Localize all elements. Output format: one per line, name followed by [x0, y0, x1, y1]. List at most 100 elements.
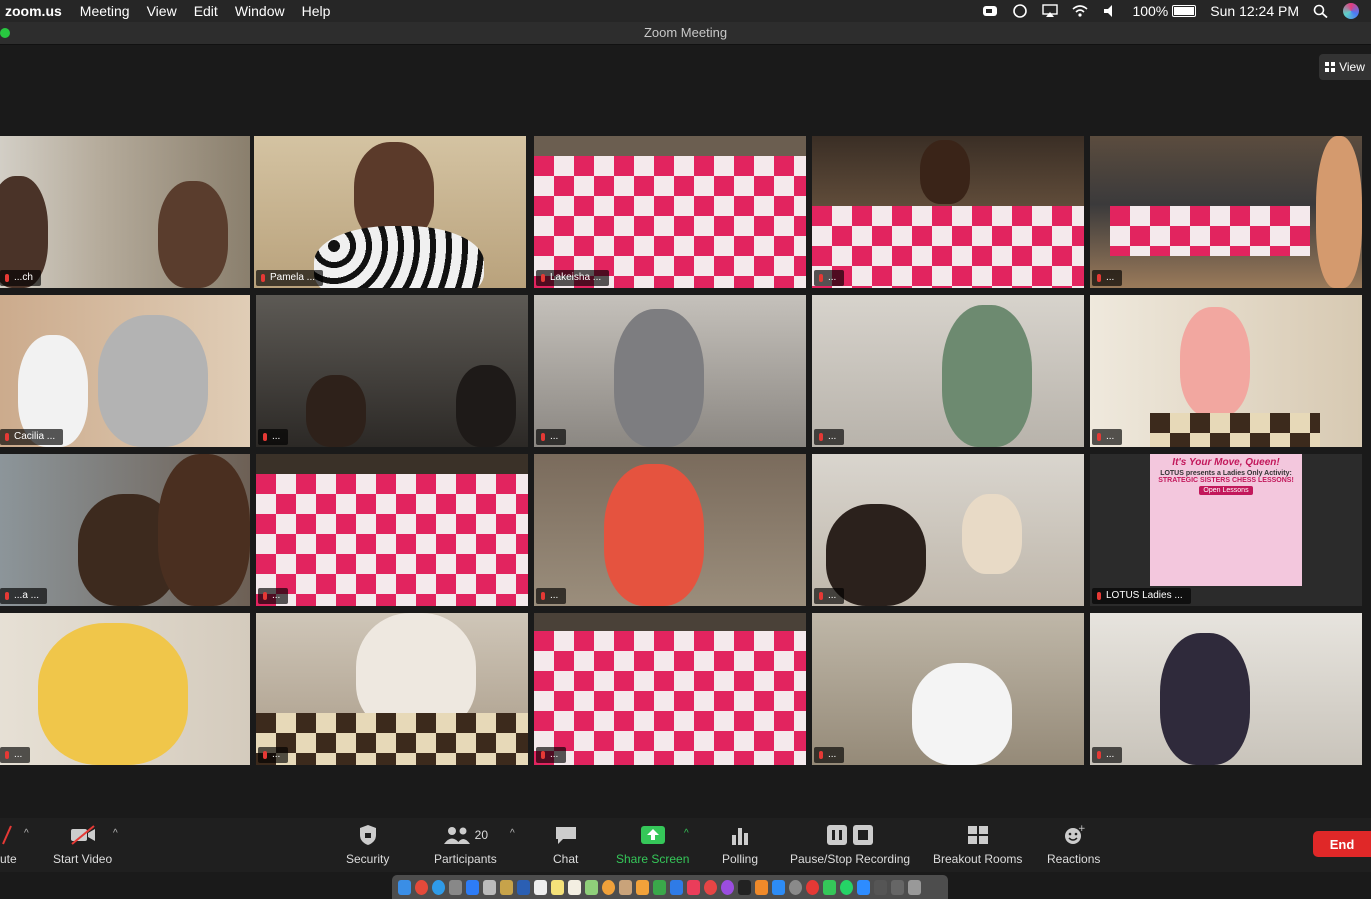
chessboard: [1110, 206, 1310, 256]
audio-options-caret[interactable]: ^: [24, 828, 29, 839]
menu-edit[interactable]: Edit: [194, 3, 218, 19]
whatsapp-icon[interactable]: [840, 879, 853, 895]
news-icon[interactable]: [704, 879, 717, 895]
participant-name-tag: ...: [1092, 270, 1123, 286]
participant-name-tag: ...: [536, 747, 567, 763]
video-tile[interactable]: ...a ...: [0, 454, 250, 606]
menu-window[interactable]: Window: [235, 3, 285, 19]
photos-icon[interactable]: [602, 879, 615, 895]
wifi-icon[interactable]: [1072, 4, 1088, 18]
end-meeting-button[interactable]: End: [1313, 831, 1371, 857]
video-tile[interactable]: ...: [0, 613, 250, 765]
numbers-icon[interactable]: [653, 879, 666, 895]
music-icon[interactable]: [687, 879, 700, 895]
app-store-icon[interactable]: [466, 879, 479, 895]
video-tile[interactable]: ...: [256, 454, 528, 606]
video-tile[interactable]: ...: [1090, 295, 1362, 447]
share-screen-label: Share Screen: [616, 852, 690, 866]
zoom-dock-icon[interactable]: [806, 879, 819, 895]
launchpad-icon[interactable]: [449, 879, 462, 895]
downloads-icon[interactable]: [874, 879, 887, 895]
menu-help[interactable]: Help: [302, 3, 331, 19]
spotlight-search-icon[interactable]: [1313, 4, 1329, 19]
participants-options-caret[interactable]: ^: [510, 828, 515, 839]
volume-icon[interactable]: [1102, 4, 1118, 18]
chrome-icon[interactable]: [415, 879, 428, 895]
books-icon[interactable]: [755, 879, 768, 895]
contacts-icon[interactable]: [619, 879, 632, 895]
keynote-icon[interactable]: [670, 879, 683, 895]
participant-name-tag: ...: [814, 429, 845, 445]
chat-button[interactable]: Chat: [553, 824, 578, 866]
messages-icon[interactable]: [823, 879, 836, 895]
documents-icon[interactable]: [891, 879, 904, 895]
share-screen-icon: [640, 826, 665, 844]
polling-button[interactable]: Polling: [722, 824, 758, 866]
gallery-video-grid: ...ch Pamela ... Lakeisha ... ... ... Ca…: [0, 136, 1371, 768]
app-store-icon-2[interactable]: [772, 879, 785, 895]
safari-icon[interactable]: [432, 879, 445, 895]
podcasts-icon[interactable]: [721, 879, 734, 895]
participant-name-tag: ...: [258, 429, 289, 445]
participant-figure: [942, 305, 1032, 447]
siri-icon[interactable]: [1343, 3, 1359, 19]
battery-indicator[interactable]: 100%: [1132, 3, 1197, 19]
preview-icon[interactable]: [483, 879, 496, 895]
video-tile[interactable]: ...: [812, 136, 1084, 288]
reactions-button[interactable]: + Reactions: [1047, 824, 1100, 866]
pause-stop-recording-button[interactable]: Pause/Stop Recording: [790, 824, 910, 866]
unmute-button[interactable]: ute: [0, 824, 17, 866]
video-tile[interactable]: ...: [812, 454, 1084, 606]
video-tile[interactable]: ...: [812, 295, 1084, 447]
calendar-icon[interactable]: [534, 879, 547, 895]
chessboard: [812, 206, 1084, 288]
zoom-status-icon[interactable]: [982, 4, 998, 18]
window-zoom-button[interactable]: [0, 28, 10, 38]
security-button[interactable]: Security: [346, 824, 389, 866]
pause-icon: [827, 825, 848, 845]
tv-icon[interactable]: [738, 879, 751, 895]
share-options-caret[interactable]: ^: [684, 828, 689, 839]
video-tile[interactable]: Cacilia ...: [0, 295, 250, 447]
finder-icon[interactable]: [398, 879, 411, 895]
menu-view[interactable]: View: [147, 3, 177, 19]
notes-icon[interactable]: [568, 879, 581, 895]
app-menu-zoom[interactable]: zoom.us: [5, 3, 62, 19]
video-tile[interactable]: ...: [1090, 136, 1362, 288]
video-tile[interactable]: ...: [534, 613, 806, 765]
polling-chart-icon: [732, 828, 749, 845]
word-icon[interactable]: [517, 879, 530, 895]
video-tile[interactable]: It's Your Move, Queen! LOTUS presents a …: [1090, 454, 1362, 606]
video-tile[interactable]: ...: [812, 613, 1084, 765]
view-button[interactable]: View: [1319, 54, 1371, 80]
share-screen-button[interactable]: Share Screen: [616, 824, 689, 866]
notes-app-icon[interactable]: [500, 879, 513, 895]
video-tile[interactable]: Lakeisha ...: [534, 136, 806, 288]
chessboard: [256, 474, 528, 606]
video-tile-active-speaker[interactable]: Pamela ...: [254, 136, 526, 288]
video-tile[interactable]: ...: [534, 295, 806, 447]
trash-icon[interactable]: [908, 879, 921, 895]
pages-icon[interactable]: [636, 879, 649, 895]
video-tile[interactable]: ...: [256, 613, 528, 765]
stickies-icon[interactable]: [551, 879, 564, 895]
hand-icon[interactable]: [1012, 4, 1028, 18]
system-preferences-icon[interactable]: [789, 879, 802, 895]
video-tile[interactable]: ...ch: [0, 136, 250, 288]
video-options-caret[interactable]: ^: [113, 828, 118, 839]
flyer-title: STRATEGIC SISTERS CHESS LESSONS!: [1158, 477, 1294, 484]
participants-button[interactable]: 20 Participants: [434, 824, 497, 866]
video-tile[interactable]: ...: [1090, 613, 1362, 765]
menubar-clock[interactable]: Sun 12:24 PM: [1210, 3, 1299, 19]
participant-figure: [614, 309, 704, 447]
start-video-button[interactable]: Start Video: [53, 824, 112, 866]
breakout-rooms-button[interactable]: Breakout Rooms: [933, 824, 1022, 866]
airplay-icon[interactable]: [1042, 4, 1059, 18]
window-title: Zoom Meeting: [643, 25, 728, 40]
menu-meeting[interactable]: Meeting: [80, 3, 130, 19]
video-tile[interactable]: ...: [256, 295, 528, 447]
video-tile[interactable]: ...: [534, 454, 806, 606]
maps-icon[interactable]: [585, 879, 598, 895]
zoom-app-icon[interactable]: [857, 879, 870, 895]
participant-name-tag: Pamela ...: [256, 270, 324, 286]
